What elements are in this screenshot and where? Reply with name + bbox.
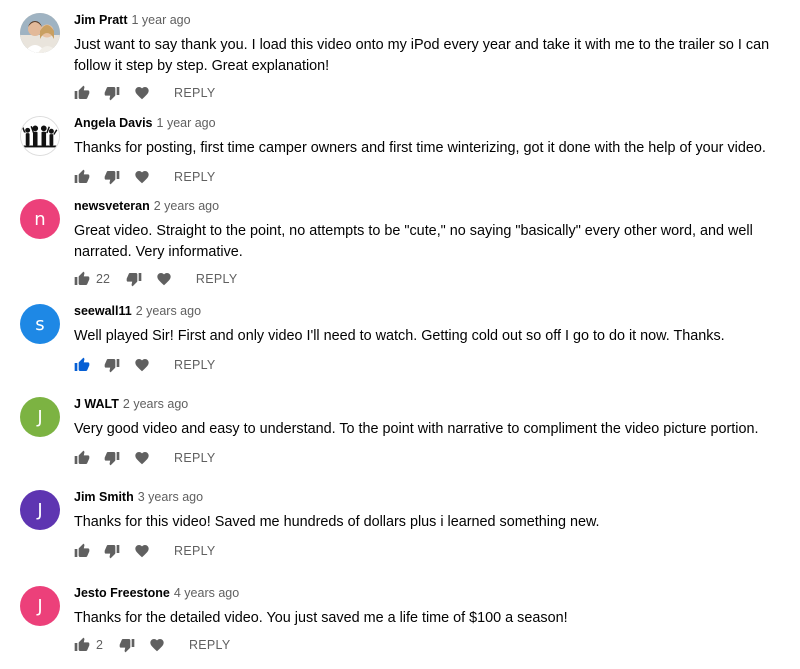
timestamp[interactable]: 4 years ago xyxy=(174,586,239,600)
comment-actions: REPLY xyxy=(74,541,216,561)
avatar[interactable]: J xyxy=(20,397,60,437)
comment-text: Well played Sir! First and only video I'… xyxy=(74,328,725,344)
comment-header: Jim Pratt 1 year ago xyxy=(74,13,191,27)
author-name[interactable]: newsveteran xyxy=(74,199,150,213)
avatar[interactable]: n xyxy=(20,199,60,239)
avatar-photo-icon xyxy=(20,13,60,53)
comment-header: Jim Smith 3 years ago xyxy=(74,490,203,504)
avatar-initial: J xyxy=(37,595,43,617)
timestamp[interactable]: 1 year ago xyxy=(132,13,191,27)
comment-actions: REPLY xyxy=(74,83,216,103)
comment-header: Angela Davis 1 year ago xyxy=(74,116,216,130)
author-name[interactable]: seewall11 xyxy=(74,304,132,318)
comment-header: newsveteran 2 years ago xyxy=(74,199,219,213)
timestamp[interactable]: 2 years ago xyxy=(136,304,201,318)
timestamp[interactable]: 2 years ago xyxy=(154,199,219,213)
reply-button[interactable]: REPLY xyxy=(174,358,216,372)
thumb-down-icon[interactable] xyxy=(126,271,142,287)
comment-text: Very good video and easy to understand. … xyxy=(74,421,759,437)
heart-icon[interactable] xyxy=(149,637,165,653)
comment-text: Thanks for the detailed video. You just … xyxy=(74,610,568,626)
avatar[interactable] xyxy=(20,13,60,53)
avatar-initial: J xyxy=(37,499,43,521)
author-name[interactable]: Jim Pratt xyxy=(74,13,128,27)
heart-icon[interactable] xyxy=(134,543,150,559)
heart-icon[interactable] xyxy=(134,357,150,373)
thumb-up-icon[interactable] xyxy=(74,543,90,559)
avatar[interactable]: J xyxy=(20,586,60,626)
comment-header: J WALT 2 years ago xyxy=(74,397,188,411)
reply-button[interactable]: REPLY xyxy=(196,272,238,286)
thumb-down-icon[interactable] xyxy=(104,450,120,466)
thumb-down-icon[interactable] xyxy=(119,637,135,653)
thumb-up-icon[interactable] xyxy=(74,85,90,101)
avatar-initial: J xyxy=(37,406,43,428)
avatar-initial: s xyxy=(35,313,45,335)
avatar[interactable]: s xyxy=(20,304,60,344)
thumb-up-icon[interactable] xyxy=(74,271,90,287)
comment-actions: REPLY xyxy=(74,355,216,375)
like-count: 22 xyxy=(96,272,110,286)
comment-actions: REPLY xyxy=(74,167,216,187)
thumb-down-icon[interactable] xyxy=(104,169,120,185)
reply-button[interactable]: REPLY xyxy=(174,170,216,184)
comment-actions: REPLY xyxy=(74,448,216,468)
thumb-up-icon-liked[interactable] xyxy=(74,357,90,373)
avatar[interactable]: J xyxy=(20,490,60,530)
heart-icon[interactable] xyxy=(156,271,172,287)
thumb-down-icon[interactable] xyxy=(104,543,120,559)
comment-text: Great video. Straight to the point, no a… xyxy=(74,223,753,260)
thumb-up-icon[interactable] xyxy=(74,450,90,466)
heart-icon[interactable] xyxy=(134,450,150,466)
avatar-family-silhouette-icon xyxy=(21,117,59,155)
timestamp[interactable]: 3 years ago xyxy=(138,490,203,504)
thumb-down-icon[interactable] xyxy=(104,357,120,373)
comment-header: Jesto Freestone 4 years ago xyxy=(74,586,239,600)
author-name[interactable]: Jim Smith xyxy=(74,490,134,504)
avatar-initial: n xyxy=(34,208,46,230)
comment-text: Just want to say thank you. I load this … xyxy=(74,37,770,74)
timestamp[interactable]: 2 years ago xyxy=(123,397,188,411)
thumb-up-icon[interactable] xyxy=(74,169,90,185)
heart-icon[interactable] xyxy=(134,169,150,185)
reply-button[interactable]: REPLY xyxy=(174,86,216,100)
comment-text: Thanks for posting, first time camper ow… xyxy=(74,140,766,156)
thumb-down-icon[interactable] xyxy=(104,85,120,101)
author-name[interactable]: Jesto Freestone xyxy=(74,586,170,600)
reply-button[interactable]: REPLY xyxy=(174,544,216,558)
heart-icon[interactable] xyxy=(134,85,150,101)
reply-button[interactable]: REPLY xyxy=(189,638,231,652)
avatar[interactable] xyxy=(20,116,60,156)
comment-actions: 2 REPLY xyxy=(74,635,231,655)
reply-button[interactable]: REPLY xyxy=(174,451,216,465)
timestamp[interactable]: 1 year ago xyxy=(157,116,216,130)
comment-actions: 22 REPLY xyxy=(74,269,237,289)
comment-header: seewall11 2 years ago xyxy=(74,304,201,318)
thumb-up-icon[interactable] xyxy=(74,637,90,653)
comment-text: Thanks for this video! Saved me hundreds… xyxy=(74,514,600,530)
author-name[interactable]: Angela Davis xyxy=(74,116,153,130)
like-count: 2 xyxy=(96,638,103,652)
author-name[interactable]: J WALT xyxy=(74,397,119,411)
